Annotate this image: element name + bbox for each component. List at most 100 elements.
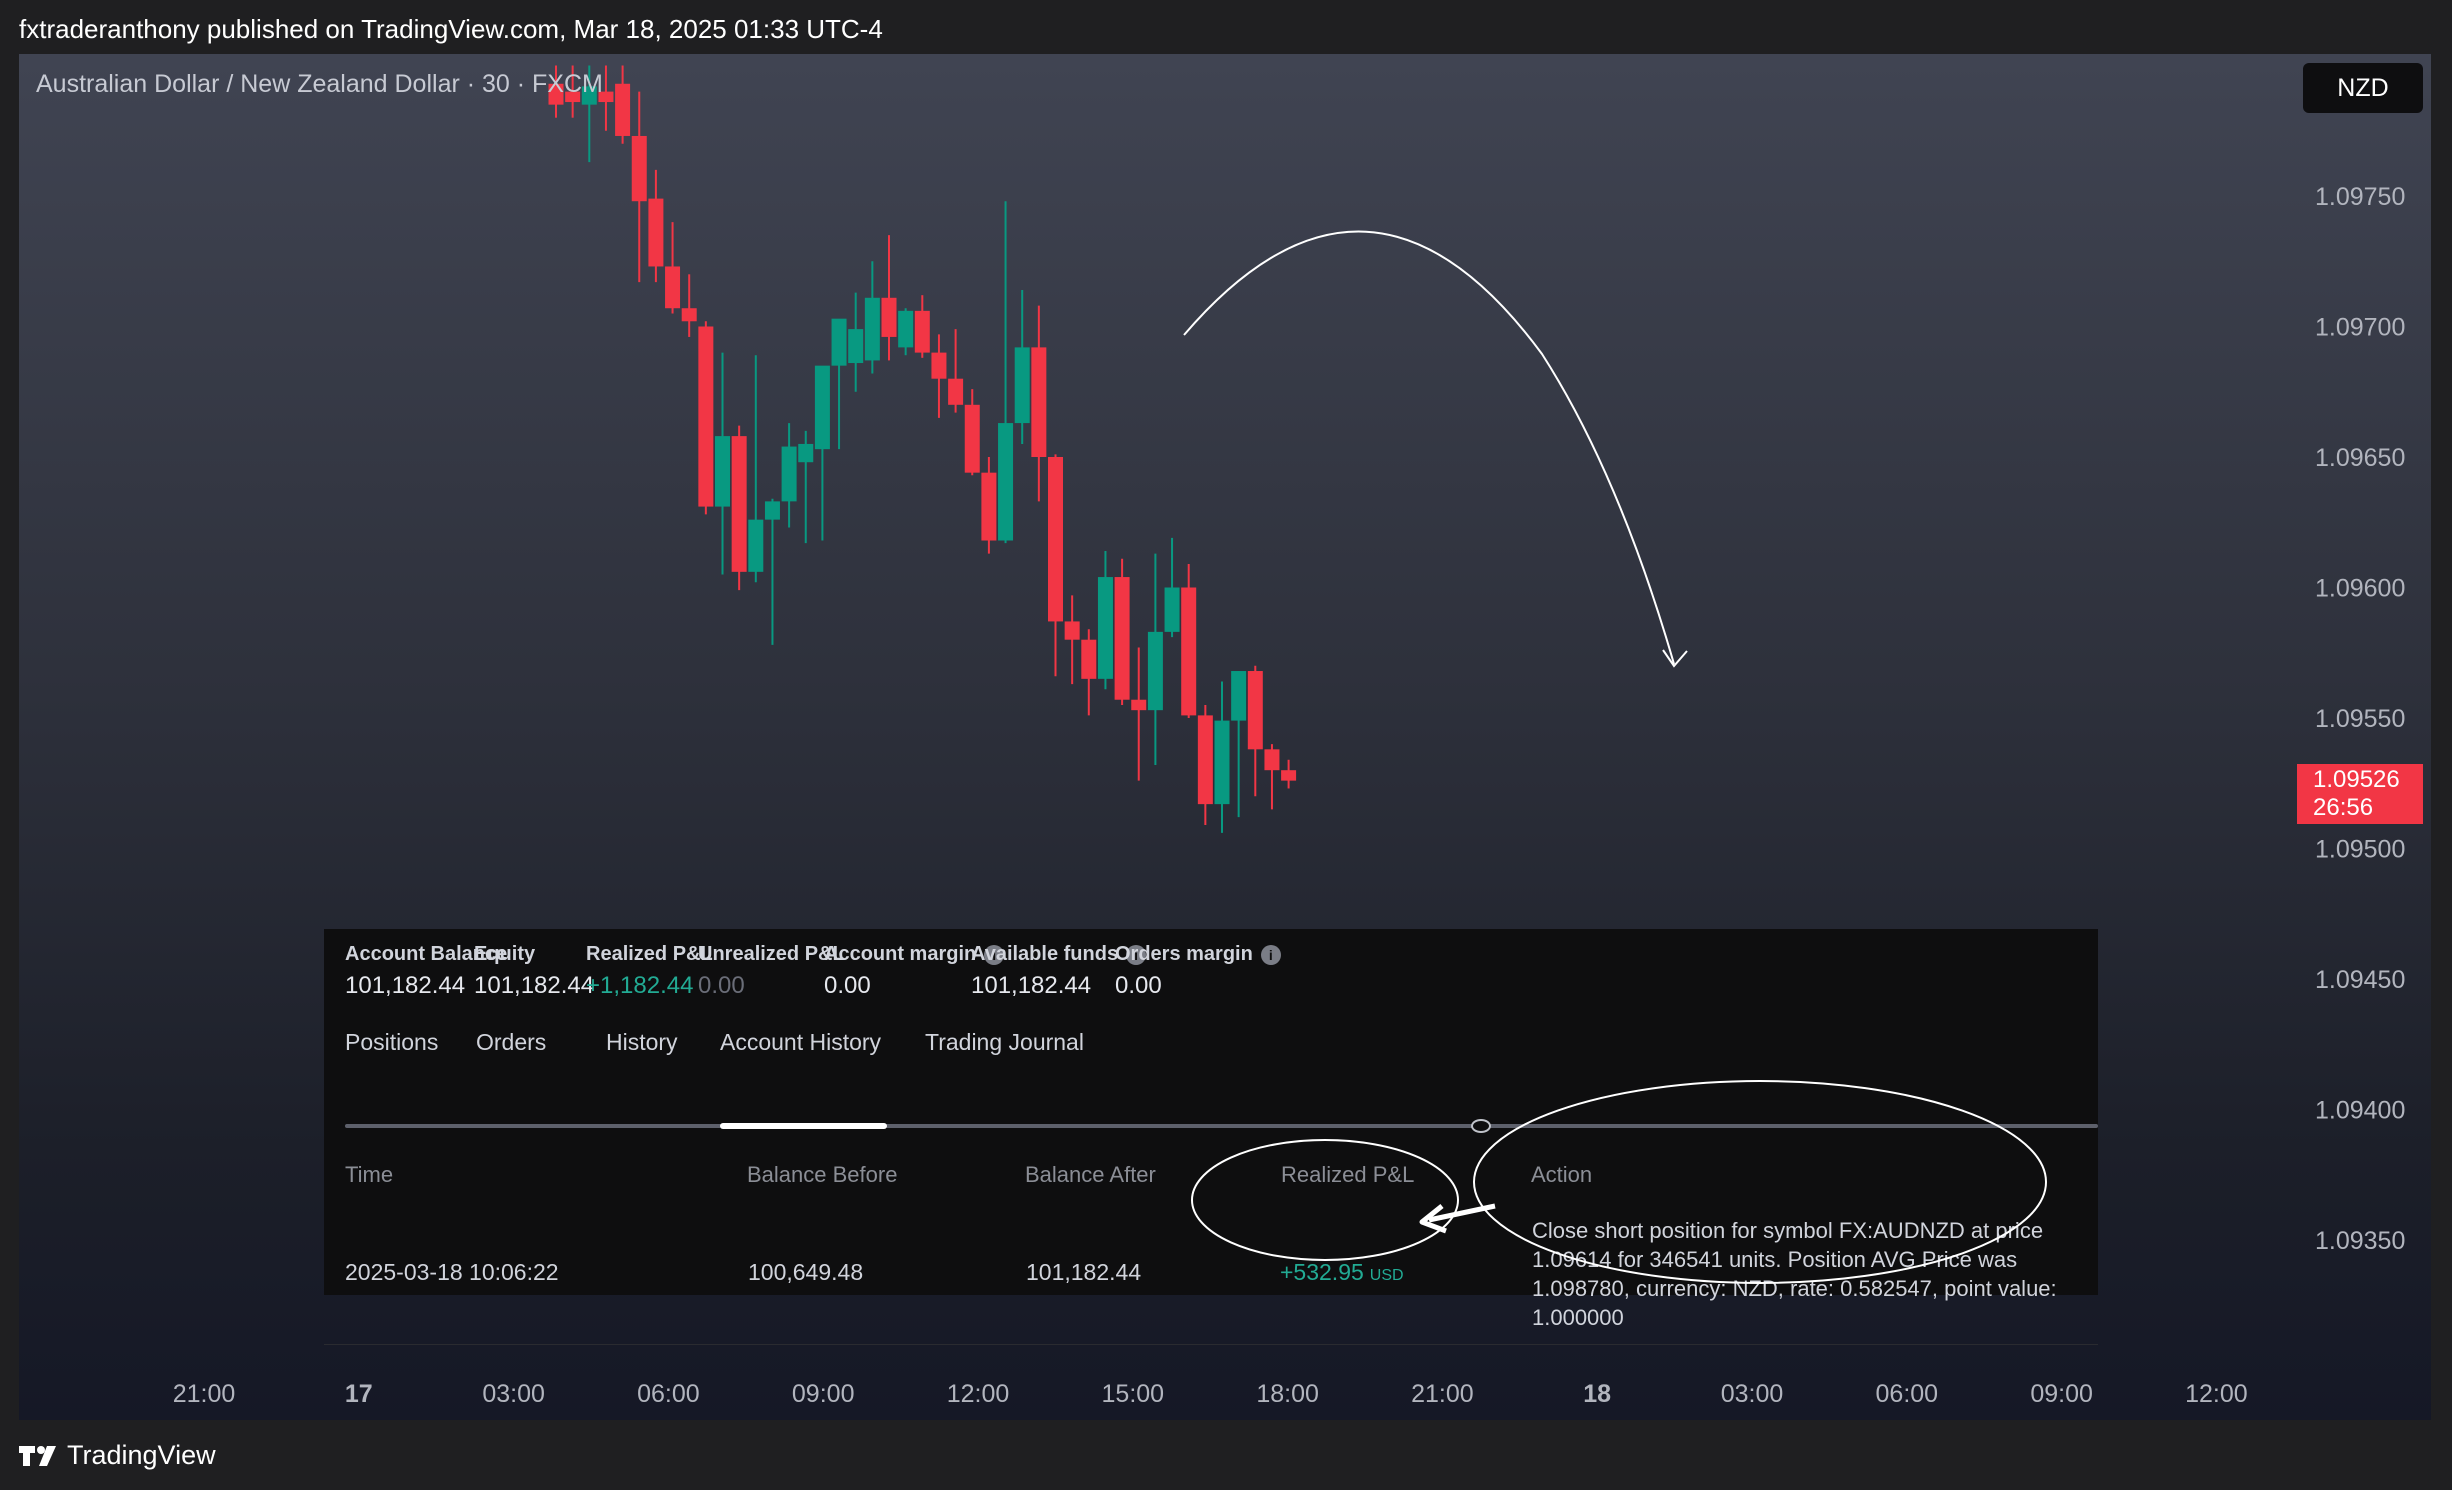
candle[interactable] [1064, 595, 1080, 685]
candle-body [1081, 639, 1097, 679]
current-price: 1.09526 [2313, 766, 2400, 793]
time-axis-label: 06:00 [1876, 1380, 1939, 1408]
candle[interactable] [781, 423, 797, 528]
column-balance-before[interactable]: Balance Before [747, 1162, 897, 1188]
candle[interactable] [731, 425, 747, 591]
candle-body [1181, 587, 1197, 716]
candle[interactable] [1097, 550, 1113, 690]
candle[interactable] [881, 235, 897, 361]
candle[interactable] [1014, 289, 1030, 444]
account-item-label-text: Equity [474, 943, 536, 965]
candle[interactable] [715, 352, 730, 575]
candle-body [1048, 457, 1063, 622]
candle-body [798, 443, 814, 463]
account-item-value: 0.00 [698, 972, 745, 999]
chart-area[interactable]: 1.09750 1.09700 1.09650 1.09600 1.09550 1.095… [19, 54, 2431, 1420]
account-item-label-text: Orders margin [1115, 943, 1253, 965]
candle[interactable] [764, 498, 780, 645]
current-price-tag: 1.09526 26:56 [2297, 764, 2423, 824]
tab-positions[interactable]: Positions [345, 1029, 438, 1056]
candle-body [931, 352, 947, 379]
candle[interactable] [665, 222, 681, 314]
candle[interactable] [898, 308, 914, 356]
candle-body [1114, 577, 1130, 700]
candle[interactable] [1164, 537, 1180, 638]
candle-body [748, 519, 764, 572]
candle-body [698, 326, 714, 507]
candle[interactable] [1081, 629, 1097, 716]
candle-body [1147, 631, 1163, 711]
info-icon[interactable]: i [1260, 944, 1281, 965]
candle[interactable] [1031, 305, 1047, 502]
candle[interactable] [1181, 564, 1197, 718]
candle-body [1264, 749, 1280, 771]
column-time[interactable]: Time [345, 1162, 393, 1188]
candle[interactable] [748, 355, 764, 583]
candle[interactable] [681, 274, 697, 337]
account-item-label-text: Realized P&L [586, 943, 713, 965]
active-tab-indicator [720, 1123, 887, 1129]
tab-history[interactable]: History [606, 1029, 678, 1056]
candle[interactable] [1131, 647, 1147, 781]
candle-body [615, 83, 631, 136]
time-axis-label: 17 [345, 1380, 373, 1408]
column-balance-after[interactable]: Balance After [1025, 1162, 1156, 1188]
column-action[interactable]: Action [1531, 1162, 1592, 1188]
candle[interactable] [931, 334, 947, 418]
candle[interactable] [948, 329, 964, 413]
pnl-currency: USD [1369, 1267, 1404, 1284]
account-orders-margin: Orders margin i 0.00 [1115, 943, 1281, 1000]
row-time: 2025-03-18 10:06:22 [345, 1259, 559, 1285]
candle-body [998, 423, 1014, 541]
candle-body [881, 297, 897, 337]
tab-orders[interactable]: Orders [476, 1029, 546, 1056]
candle[interactable] [1231, 671, 1247, 818]
row-action: Close short position for symbol FX:AUDNZ… [1532, 1218, 2057, 1330]
candle-body [665, 266, 681, 309]
candle[interactable] [648, 169, 664, 283]
candle[interactable] [615, 65, 631, 144]
candle[interactable] [848, 292, 864, 392]
candle[interactable] [998, 201, 1014, 544]
candle[interactable] [1264, 744, 1280, 810]
time-axis-label: 03:00 [482, 1380, 545, 1408]
candle[interactable] [864, 261, 880, 374]
price-axis-label: 1.09650 [2315, 444, 2405, 472]
account-item-label-text: Account margin [824, 943, 977, 965]
candle-body [1064, 621, 1080, 640]
candle[interactable] [981, 457, 997, 554]
account-item-label: Orders margin i [1115, 943, 1281, 966]
currency-selector[interactable]: NZD [2303, 63, 2423, 113]
tradingview-brand[interactable]: TradingView [19, 1440, 216, 1471]
candle[interactable] [698, 321, 714, 515]
tab-account-history[interactable]: Account History [720, 1029, 881, 1056]
time-axis-label: 12:00 [947, 1380, 1010, 1408]
candle[interactable] [1281, 759, 1297, 789]
candle[interactable] [964, 389, 980, 476]
candle[interactable] [831, 318, 847, 450]
candle-body [814, 365, 830, 450]
tab-trading-journal[interactable]: Trading Journal [925, 1029, 1084, 1056]
candle-body [1214, 720, 1230, 805]
account-equity: Equity 101,182.44 [474, 943, 594, 1000]
candle-body [1197, 715, 1213, 805]
candle[interactable] [1048, 454, 1063, 677]
candle[interactable] [1247, 665, 1263, 797]
candle-body [1014, 347, 1030, 424]
time-axis-label: 21:00 [173, 1380, 236, 1408]
tab-scroll-handle[interactable] [1471, 1119, 1491, 1133]
candle[interactable] [814, 365, 830, 541]
candle-body [898, 310, 914, 348]
candle[interactable] [1197, 704, 1213, 826]
candle[interactable] [1114, 558, 1130, 705]
tab-scroll-track[interactable] [345, 1124, 2098, 1128]
price-axis-label: 1.09750 [2315, 183, 2405, 211]
candle[interactable] [1147, 553, 1163, 765]
account-item-label: Realized P&L [586, 943, 713, 966]
candle[interactable] [631, 91, 647, 283]
candle[interactable] [798, 430, 814, 544]
price-axis-label: 1.09350 [2315, 1227, 2405, 1255]
column-realized-pnl[interactable]: Realized P&L [1281, 1162, 1414, 1188]
candle[interactable] [914, 295, 930, 358]
candle[interactable] [1214, 681, 1230, 833]
